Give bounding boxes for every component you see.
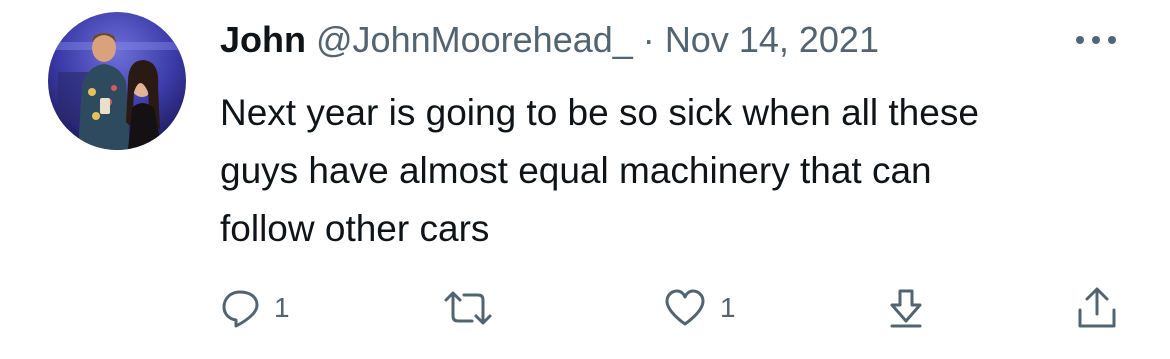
separator-dot: · <box>642 19 655 60</box>
reply-count: 1 <box>274 292 290 323</box>
reply-icon <box>222 290 259 328</box>
tweet-text-line: guys have almost equal machinery that ca… <box>220 150 932 191</box>
tweet-header: John @JohnMoorehead_ · Nov 14, 2021 <box>220 18 879 62</box>
like-count: 1 <box>720 292 736 323</box>
like-button[interactable]: 1 <box>664 286 736 330</box>
bookmark-icon <box>890 289 922 328</box>
avatar[interactable] <box>48 12 186 150</box>
bookmark-button[interactable] <box>886 286 926 330</box>
tweet-date[interactable]: Nov 14, 2021 <box>665 19 879 60</box>
share-button[interactable] <box>1076 286 1118 330</box>
like-icon <box>665 289 705 326</box>
tweet-text-line: Next year is going to be so sick when al… <box>220 92 979 133</box>
reply-button[interactable]: 1 <box>220 286 290 330</box>
retweet-icon <box>444 291 492 325</box>
avatar-photo <box>48 12 186 150</box>
more-icon <box>1076 36 1116 44</box>
author-handle[interactable]: @JohnMoorehead_ <box>316 19 633 60</box>
tweet-text: Next year is going to be so sick when al… <box>220 84 1140 258</box>
tweet-text-line: follow other cars <box>220 208 490 249</box>
share-icon <box>1078 287 1116 328</box>
author-name[interactable]: John <box>220 19 306 60</box>
retweet-button[interactable] <box>442 286 494 330</box>
more-button[interactable] <box>1072 30 1120 50</box>
